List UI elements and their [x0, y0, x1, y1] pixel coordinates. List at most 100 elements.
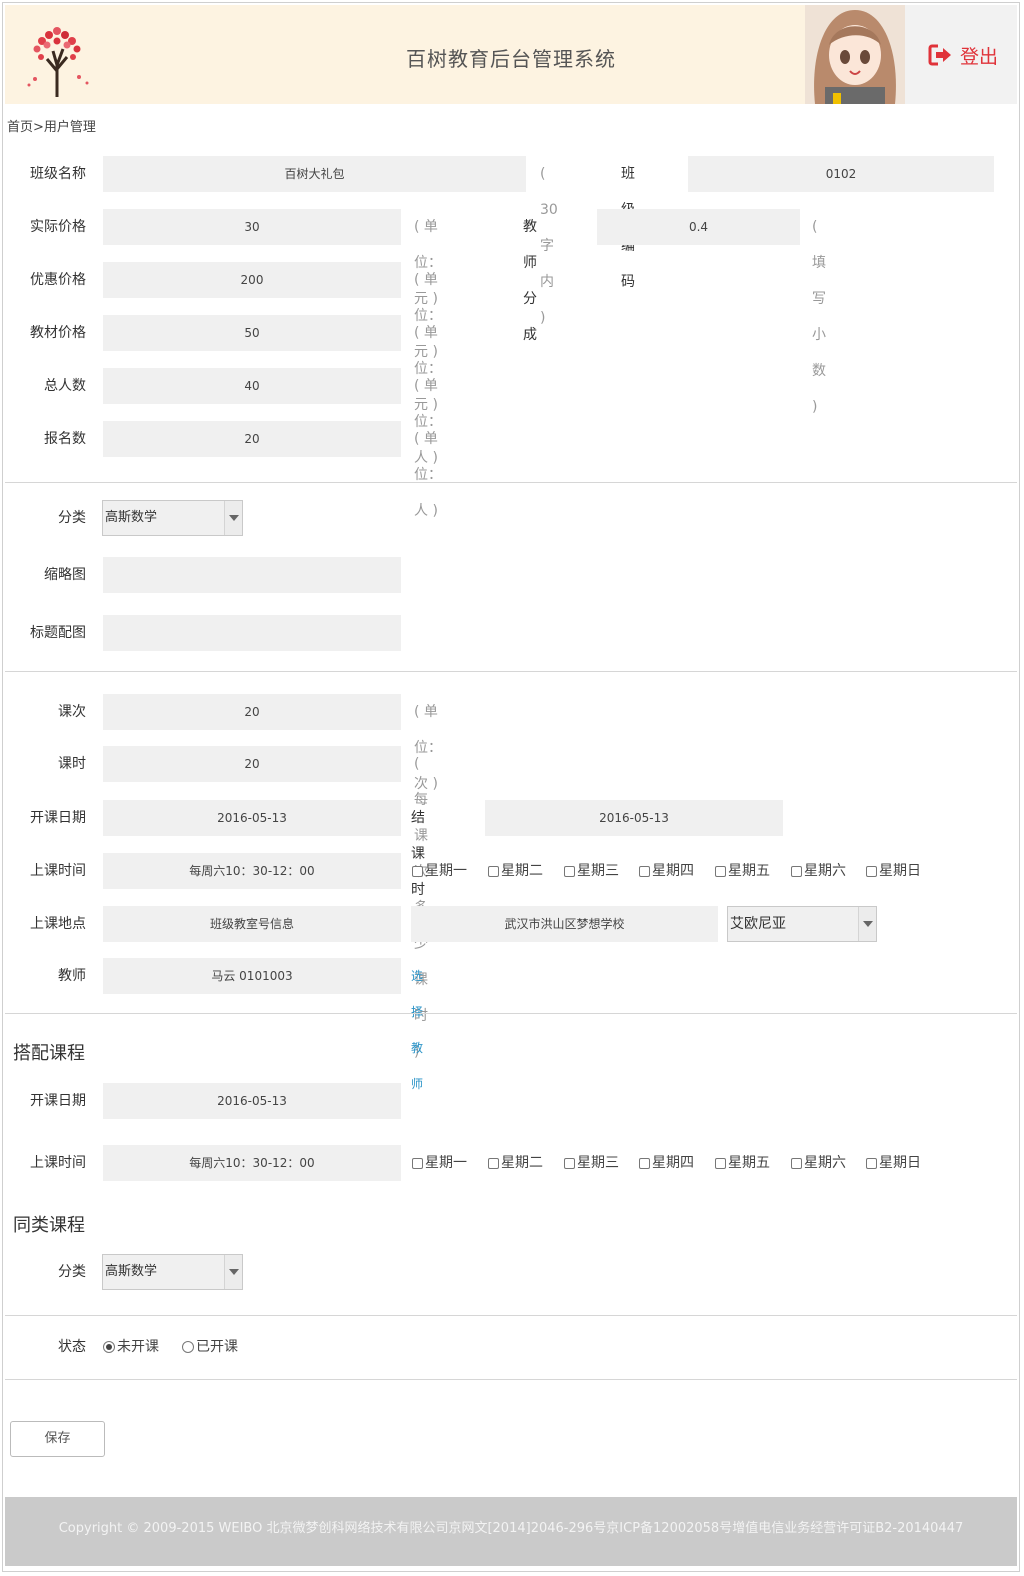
class-time-input[interactable]: 每周六10：30-12：00: [103, 853, 401, 889]
weekday-label: 星期四: [652, 1155, 694, 1171]
similar-section-title: 同类课程: [13, 1215, 85, 1236]
checkbox-icon[interactable]: [791, 1157, 802, 1169]
location-select[interactable]: 艾欧尼亚: [727, 906, 877, 942]
divider: [5, 482, 1017, 483]
enrolled-hint: ( 单位：人 ): [414, 431, 442, 519]
checkbox-icon[interactable]: [715, 1157, 726, 1169]
checkbox-icon[interactable]: [866, 1157, 877, 1169]
checkbox-icon[interactable]: [715, 865, 726, 877]
weekday-label: 星期一: [425, 863, 467, 879]
end-date-input[interactable]: 2016-05-13: [485, 800, 783, 836]
weekday-label: 星期三: [577, 863, 619, 879]
category-label: 分类: [58, 510, 86, 526]
save-button[interactable]: 保存: [10, 1421, 105, 1457]
location-room-input[interactable]: 班级教室号信息: [103, 906, 401, 942]
checkbox-icon[interactable]: [791, 865, 802, 877]
breadcrumb[interactable]: 首页>用户管理: [7, 116, 96, 135]
weekday-checkbox[interactable]: 星期六: [791, 853, 846, 889]
similar-category-label: 分类: [58, 1264, 86, 1280]
discount-price-input[interactable]: 200: [103, 262, 401, 298]
logout-button[interactable]: 登出: [928, 42, 998, 68]
weekday-checkbox[interactable]: 星期日: [866, 853, 921, 889]
checkbox-icon[interactable]: [488, 865, 499, 877]
chevron-down-icon[interactable]: [224, 1255, 242, 1289]
start-date-input[interactable]: 2016-05-13: [103, 800, 401, 836]
weekday-label: 星期二: [501, 1155, 543, 1171]
checkbox-icon[interactable]: [564, 865, 575, 877]
status-option-label: 已开课: [196, 1339, 238, 1355]
weekday-checkbox[interactable]: 星期五: [715, 1145, 770, 1181]
class-time-label: 上课时间: [30, 863, 86, 879]
weekday-checkbox[interactable]: 星期二: [488, 853, 543, 889]
divider: [5, 1379, 1017, 1380]
weekday-checkbox[interactable]: 星期四: [639, 1145, 694, 1181]
weekday-label: 星期日: [879, 1155, 921, 1171]
discount-price-label: 优惠价格: [30, 272, 86, 288]
checkbox-icon[interactable]: [866, 865, 877, 877]
weekday-label: 星期六: [804, 1155, 846, 1171]
radio-icon[interactable]: [182, 1341, 194, 1353]
radio-checked-icon[interactable]: [103, 1341, 115, 1353]
weekday-label: 星期二: [501, 863, 543, 879]
status-radio-started[interactable]: 已开课: [182, 1329, 238, 1365]
material-price-input[interactable]: 50: [103, 315, 401, 351]
row-status: 状态 未开课 已开课: [0, 1329, 400, 1365]
class-name-input[interactable]: 百树大礼包: [103, 156, 526, 192]
teacher-share-hint: ( 填写小数 ): [812, 219, 826, 415]
class-code-input[interactable]: 0102: [688, 156, 994, 192]
footer-copyright: Copyright © 2009-2015 WEIBO 北京微梦创科网络技术有限…: [5, 1497, 1017, 1566]
weekday-checkbox[interactable]: 星期一: [412, 1145, 467, 1181]
weekday-checkbox[interactable]: 星期五: [715, 853, 770, 889]
weekday-label: 星期四: [652, 863, 694, 879]
checkbox-icon[interactable]: [412, 865, 423, 877]
status-radio-not-started[interactable]: 未开课: [103, 1329, 159, 1365]
actual-price-input[interactable]: 30: [103, 209, 401, 245]
enrolled-label: 报名数: [44, 431, 86, 447]
checkbox-icon[interactable]: [412, 1157, 423, 1169]
weekday-checkbox[interactable]: 星期日: [866, 1145, 921, 1181]
teacher-label: 教师: [58, 968, 86, 984]
row-class-time: 上课时间 每周六10：30-12：00 星期一 星期二 星期三 星期四 星期五 …: [0, 853, 1024, 889]
thumbnail-input[interactable]: [103, 557, 401, 593]
checkbox-icon[interactable]: [488, 1157, 499, 1169]
checkbox-icon[interactable]: [639, 1157, 650, 1169]
hours-input[interactable]: 20: [103, 746, 401, 782]
location-address-input[interactable]: 武汉市洪山区梦想学校: [411, 906, 718, 942]
combo-class-time-label: 上课时间: [30, 1155, 86, 1171]
class-name-hint: ( 30字内 ): [540, 166, 558, 326]
teacher-share-input[interactable]: 0.4: [597, 209, 800, 245]
combo-start-date-input[interactable]: 2016-05-13: [103, 1083, 401, 1119]
weekday-checkbox[interactable]: 星期二: [488, 1145, 543, 1181]
similar-category-select[interactable]: 高斯数学: [102, 1254, 243, 1290]
divider: [5, 1315, 1017, 1316]
checkbox-icon[interactable]: [564, 1157, 575, 1169]
combo-start-date-label: 开课日期: [30, 1093, 86, 1109]
title-image-label: 标题配图: [30, 625, 86, 641]
anime-girl-avatar: [805, 5, 905, 104]
weekday-checkbox[interactable]: 星期四: [639, 853, 694, 889]
chevron-down-icon[interactable]: [858, 907, 876, 941]
category-select[interactable]: 高斯数学: [102, 500, 243, 536]
weekday-checkbox[interactable]: 星期三: [564, 853, 619, 889]
status-label: 状态: [58, 1339, 86, 1355]
material-price-label: 教材价格: [30, 325, 86, 341]
choose-teacher-link[interactable]: 选择教师: [411, 958, 423, 1102]
weekday-checkbox[interactable]: 星期一: [412, 853, 467, 889]
enrolled-input[interactable]: 20: [103, 421, 401, 457]
lessons-input[interactable]: 20: [103, 694, 401, 730]
teacher-input[interactable]: 马云 0101003: [103, 958, 401, 994]
weekday-checkbox[interactable]: 星期六: [791, 1145, 846, 1181]
title-image-input[interactable]: [103, 615, 401, 651]
total-people-label: 总人数: [44, 378, 86, 394]
chevron-down-icon[interactable]: [224, 501, 242, 535]
total-people-input[interactable]: 40: [103, 368, 401, 404]
combo-class-time-input[interactable]: 每周六10：30-12：00: [103, 1145, 401, 1181]
logout-icon: [928, 44, 951, 66]
teacher-share-label: 教师分成: [523, 219, 537, 343]
logout-label: 登出: [960, 45, 999, 68]
lessons-label: 课次: [58, 704, 86, 720]
weekday-checkbox[interactable]: 星期三: [564, 1145, 619, 1181]
hours-label: 课时: [58, 756, 86, 772]
class-name-label: 班级名称: [30, 166, 86, 182]
checkbox-icon[interactable]: [639, 865, 650, 877]
